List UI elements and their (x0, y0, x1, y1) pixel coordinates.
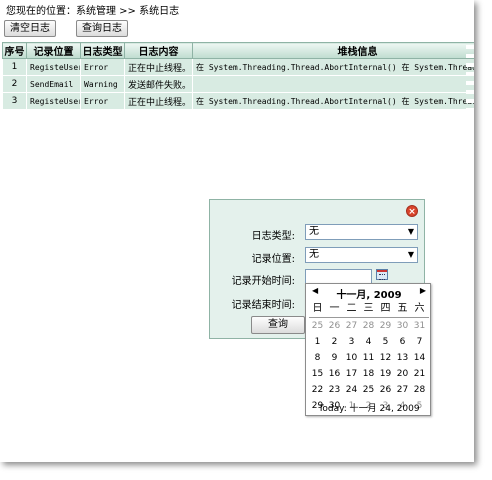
calendar-grid: 日一二三四五六 25 26 27 28 29 30 31 1 2 3 4 5 6 7 8 9 10 11 12 13 14… (309, 301, 429, 414)
cell-location: RegisteUser (26, 58, 81, 76)
next-month-icon[interactable]: ▶ (420, 286, 426, 295)
calendar-day[interactable]: 27 (394, 382, 411, 398)
calendar-title: 十一月, 2009 (336, 290, 402, 301)
col-header-index[interactable]: 序号 (2, 42, 27, 59)
calendar-day[interactable]: 15 (309, 366, 326, 382)
calendar-day[interactable]: 14 (411, 350, 428, 366)
cell-stack: 在 System.Threading.Thread.AbortInternal(… (192, 58, 474, 76)
calendar-day[interactable]: 1 (309, 334, 326, 350)
query-log-button[interactable]: 查询日志 (76, 20, 128, 37)
calendar-day[interactable]: 26 (377, 382, 394, 398)
location-label: 记录位置: (251, 254, 295, 265)
weekday-label: 三 (363, 303, 374, 314)
calendar-icon[interactable] (376, 269, 388, 280)
calendar-header: 十一月, 2009 ◀ ▶ (306, 286, 432, 301)
cell-location: RegisteUser (26, 92, 81, 110)
calendar-day[interactable]: 21 (411, 366, 428, 382)
torn-edge (466, 0, 474, 462)
cell-stack (192, 75, 474, 93)
cell-content: 正在中止线程。 (124, 92, 193, 110)
close-icon[interactable]: × (406, 205, 418, 217)
cell-index: 3 (2, 92, 27, 110)
calendar-day[interactable]: 4 (360, 334, 377, 350)
calendar-day[interactable]: 13 (394, 350, 411, 366)
breadcrumb: 您现在的位置：系统管理 >> 系统日志 (6, 6, 180, 17)
calendar-day[interactable]: 7 (411, 334, 428, 350)
col-header-stack[interactable]: 堆栈信息 (192, 42, 474, 59)
col-header-type[interactable]: 日志类型 (80, 42, 125, 59)
calendar-day[interactable]: 22 (309, 382, 326, 398)
calendar-day[interactable]: 20 (394, 366, 411, 382)
cell-content: 发送邮件失败。 (124, 75, 193, 93)
calendar-week-row: 8 9 10 11 12 13 14 (309, 350, 429, 366)
weekday-label: 五 (397, 303, 408, 314)
table-header-row: 序号 记录位置 日志类型 日志内容 堆栈信息 (2, 42, 474, 59)
clear-log-button[interactable]: 清空日志 (4, 20, 56, 37)
weekday-label: 四 (380, 303, 391, 314)
calendar-day[interactable]: 27 (343, 318, 360, 334)
log-type-label: 日志类型: (251, 231, 295, 242)
end-time-label: 记录结束时间: (231, 300, 295, 311)
calendar-day[interactable]: 26 (326, 318, 343, 334)
cell-stack: 在 System.Threading.Thread.AbortInternal(… (192, 92, 474, 110)
weekday-label: 六 (414, 303, 425, 314)
torn-edge (0, 456, 474, 462)
calendar-day[interactable]: 28 (360, 318, 377, 334)
query-button[interactable]: 查询 (251, 316, 305, 334)
date-picker: 十一月, 2009 ◀ ▶ 日一二三四五六 25 26 27 28 29 30 31 1 2 3 4 5… (305, 283, 431, 416)
calendar-day[interactable]: 17 (343, 366, 360, 382)
calendar-day[interactable]: 3 (343, 334, 360, 350)
calendar-day[interactable]: 25 (309, 318, 326, 334)
calendar-day[interactable]: 11 (360, 350, 377, 366)
location-select[interactable]: 无 ▼ (305, 247, 418, 263)
calendar-day[interactable]: 25 (360, 382, 377, 398)
cell-type: Error (80, 92, 125, 110)
calendar-week-row: 22 23 24 25 26 27 28 (309, 382, 429, 398)
weekday-label: 二 (346, 303, 357, 314)
col-header-content[interactable]: 日志内容 (124, 42, 193, 59)
calendar-day[interactable]: 18 (360, 366, 377, 382)
calendar-day[interactable]: 5 (377, 334, 394, 350)
calendar-day[interactable]: 16 (326, 366, 343, 382)
start-time-label: 记录开始时间: (231, 276, 295, 287)
cell-content: 正在中止线程。 (124, 58, 193, 76)
chevron-down-icon: ▼ (407, 250, 414, 259)
cell-type: Warning (80, 75, 125, 93)
chevron-down-icon: ▼ (407, 227, 414, 236)
cell-index: 2 (2, 75, 27, 93)
calendar-day[interactable]: 30 (394, 318, 411, 334)
cell-index: 1 (2, 58, 27, 76)
cell-type: Error (80, 58, 125, 76)
calendar-day[interactable]: 2 (326, 334, 343, 350)
calendar-week-row: 25 26 27 28 29 30 31 (309, 318, 429, 334)
calendar-day[interactable]: 9 (326, 350, 343, 366)
table-row[interactable]: 1 RegisteUser Error 正在中止线程。 在 System.Thr… (2, 58, 474, 76)
cell-location: SendEmail (26, 75, 81, 93)
weekday-label: 一 (329, 303, 340, 314)
calendar-week-row: 15 16 17 18 19 20 21 (309, 366, 429, 382)
calendar-day[interactable]: 31 (411, 318, 428, 334)
calendar-day[interactable]: 29 (377, 318, 394, 334)
calendar-day[interactable]: 24 (343, 382, 360, 398)
page-canvas: 您现在的位置：系统管理 >> 系统日志 清空日志 查询日志 序号 记录位置 日志… (0, 0, 474, 462)
calendar-today[interactable]: Today: 十一月 24, 2009 (306, 401, 432, 414)
calendar-week-row: 1234567 (309, 334, 429, 350)
calendar-day[interactable]: 19 (377, 366, 394, 382)
calendar-day[interactable]: 6 (394, 334, 411, 350)
log-table: 序号 记录位置 日志类型 日志内容 堆栈信息 1 RegisteUser Err… (2, 42, 474, 110)
log-type-select[interactable]: 无 ▼ (305, 224, 418, 240)
calendar-day[interactable]: 8 (309, 350, 326, 366)
table-row[interactable]: 3 RegisteUser Error 正在中止线程。 在 System.Thr… (2, 92, 474, 110)
col-header-location[interactable]: 记录位置 (26, 42, 81, 59)
calendar-day[interactable]: 23 (326, 382, 343, 398)
calendar-day[interactable]: 28 (411, 382, 428, 398)
weekday-row: 日一二三四五六 (309, 301, 429, 318)
table-row[interactable]: 2 SendEmail Warning 发送邮件失败。 (2, 75, 474, 93)
log-type-value: 无 (309, 226, 319, 237)
calendar-day[interactable]: 12 (377, 350, 394, 366)
weekday-label: 日 (312, 303, 323, 314)
calendar-day[interactable]: 10 (343, 350, 360, 366)
location-value: 无 (309, 249, 319, 260)
prev-month-icon[interactable]: ◀ (312, 286, 318, 295)
